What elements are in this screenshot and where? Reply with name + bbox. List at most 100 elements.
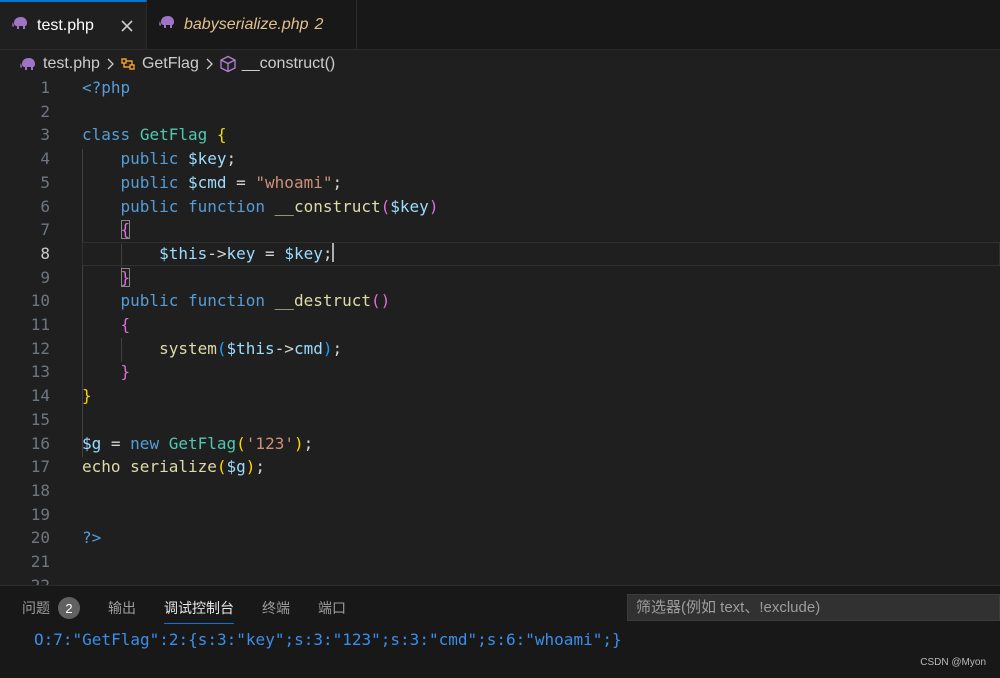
line-number: 19 <box>30 504 50 524</box>
line-number: 18 <box>30 480 50 500</box>
code-line: 6 public function __construct($key) <box>0 195 1000 219</box>
line-number: 13 <box>30 362 50 382</box>
tab-test-php[interactable]: test.php <box>0 0 147 49</box>
code-token: = <box>101 433 131 453</box>
tab-debug-console[interactable]: 调试控制台 <box>150 586 248 630</box>
breadcrumb-class-label: GetFlag <box>141 55 199 72</box>
line-number: 9 <box>40 267 50 287</box>
line-number: 2 <box>40 101 50 121</box>
close-icon[interactable] <box>120 19 134 33</box>
vscode-window: test.php babyserialize.php 2 test.php Ge… <box>0 0 1000 678</box>
problems-count-badge: 2 <box>58 597 80 619</box>
code-token: { <box>120 315 131 334</box>
code-line: 9 } <box>0 266 1000 290</box>
code-token: ) <box>245 457 256 477</box>
code-token: public <box>120 149 179 169</box>
code-line: 19 <box>0 503 1000 527</box>
editor-tab-bar: test.php babyserialize.php 2 <box>0 0 1000 50</box>
code-token: } <box>82 386 92 406</box>
tab-output[interactable]: 输出 <box>94 586 150 630</box>
code-token: __construct <box>274 196 381 216</box>
code-token: $g <box>226 457 246 477</box>
code-token: "whoami" <box>255 172 333 192</box>
code-line: 2 <box>0 100 1000 124</box>
code-token: GetFlag <box>168 433 237 453</box>
code-token: ( <box>371 291 381 311</box>
code-token: cmd <box>293 338 323 358</box>
line-number: 16 <box>30 433 50 453</box>
line-number: 20 <box>30 528 50 548</box>
bottom-panel: 问题 2 输出 调试控制台 终端 端口 O:7:"GetFlag":2:{s:3… <box>0 585 1000 678</box>
code-line: 12 system($this->cmd); <box>0 337 1000 361</box>
breadcrumb-file[interactable]: test.php <box>20 55 100 73</box>
tab-label: 输出 <box>108 600 136 616</box>
tab-terminal[interactable]: 终端 <box>248 586 304 630</box>
tab-babyserialize-php[interactable]: babyserialize.php 2 <box>147 0 357 49</box>
line-number: 8 <box>40 243 50 263</box>
code-line: 4 public $key; <box>0 147 1000 171</box>
problems-count-badge: 2 <box>314 15 324 33</box>
chevron-right-icon <box>203 57 215 71</box>
watermark: CSDN @Myon⁠ <box>920 657 986 668</box>
code-line: 15 <box>0 408 1000 432</box>
code-token: $key <box>390 196 429 216</box>
code-token: serialize <box>130 457 217 477</box>
code-editor[interactable]: 1 <?php 2 3 class GetFlag { 4 public $ke… <box>0 78 1000 585</box>
code-line: 21 <box>0 550 1000 574</box>
line-number: 1 <box>40 78 50 97</box>
tab-ports[interactable]: 端口 <box>304 586 360 630</box>
code-line-current: 8 $this->key = $key; <box>0 241 1000 266</box>
line-number: 7 <box>40 220 50 240</box>
code-token: = <box>226 172 256 192</box>
code-line: 17 echo serialize($g); <box>0 455 1000 479</box>
code-line: 1 <?php <box>0 78 1000 100</box>
code-token: { <box>216 125 227 145</box>
code-token: '123' <box>245 433 294 453</box>
code-token: __destruct <box>274 291 371 311</box>
code-token: <?php <box>82 78 131 97</box>
code-token: ; <box>322 243 333 263</box>
code-token: function <box>187 196 266 216</box>
code-line: 16 $g = new GetFlag('123'); <box>0 432 1000 456</box>
code-token: ; <box>255 457 266 477</box>
code-token: public <box>120 196 179 216</box>
line-number: 6 <box>40 196 50 216</box>
code-token: echo <box>82 457 121 477</box>
code-line: 10 public function __destruct() <box>0 289 1000 313</box>
tab-label: 端口 <box>318 600 346 616</box>
breadcrumb-method-label: __construct() <box>241 55 336 72</box>
line-number: 15 <box>30 409 50 429</box>
breadcrumb-method[interactable]: __construct() <box>219 55 335 73</box>
code-token: function <box>187 291 266 311</box>
elephant-icon <box>20 57 36 71</box>
code-token: ) <box>428 196 439 216</box>
tab-problems[interactable]: 问题 2 <box>0 586 94 630</box>
code-token: = <box>255 243 285 263</box>
code-token: -> <box>274 338 294 358</box>
class-symbol-icon <box>120 56 138 72</box>
code-token: ?> <box>82 528 102 548</box>
breadcrumb-class[interactable]: GetFlag <box>120 55 199 73</box>
text-cursor <box>332 242 335 262</box>
code-token: $cmd <box>187 172 227 192</box>
code-token: public <box>120 291 179 311</box>
line-number: 14 <box>30 386 50 406</box>
tab-label: 问题 <box>22 600 50 616</box>
breadcrumb-file-label: test.php <box>43 55 100 72</box>
code-line: 13 } <box>0 360 1000 384</box>
code-token: class <box>82 125 131 145</box>
code-token: { <box>120 220 131 240</box>
code-token: public <box>120 172 179 192</box>
code-token: $this <box>226 338 275 358</box>
code-token: } <box>120 362 131 382</box>
code-token: $key <box>284 243 323 263</box>
code-token: ( <box>236 433 246 453</box>
line-number: 17 <box>30 457 50 477</box>
filter-input[interactable] <box>627 594 1000 621</box>
tab-label: 调试控制台 <box>164 600 234 616</box>
line-number: 22 <box>0 574 50 585</box>
code-token: ( <box>216 338 227 358</box>
code-line: 5 public $cmd = "whoami"; <box>0 171 1000 195</box>
code-token: ( <box>380 196 391 216</box>
code-token: $key <box>187 149 227 169</box>
